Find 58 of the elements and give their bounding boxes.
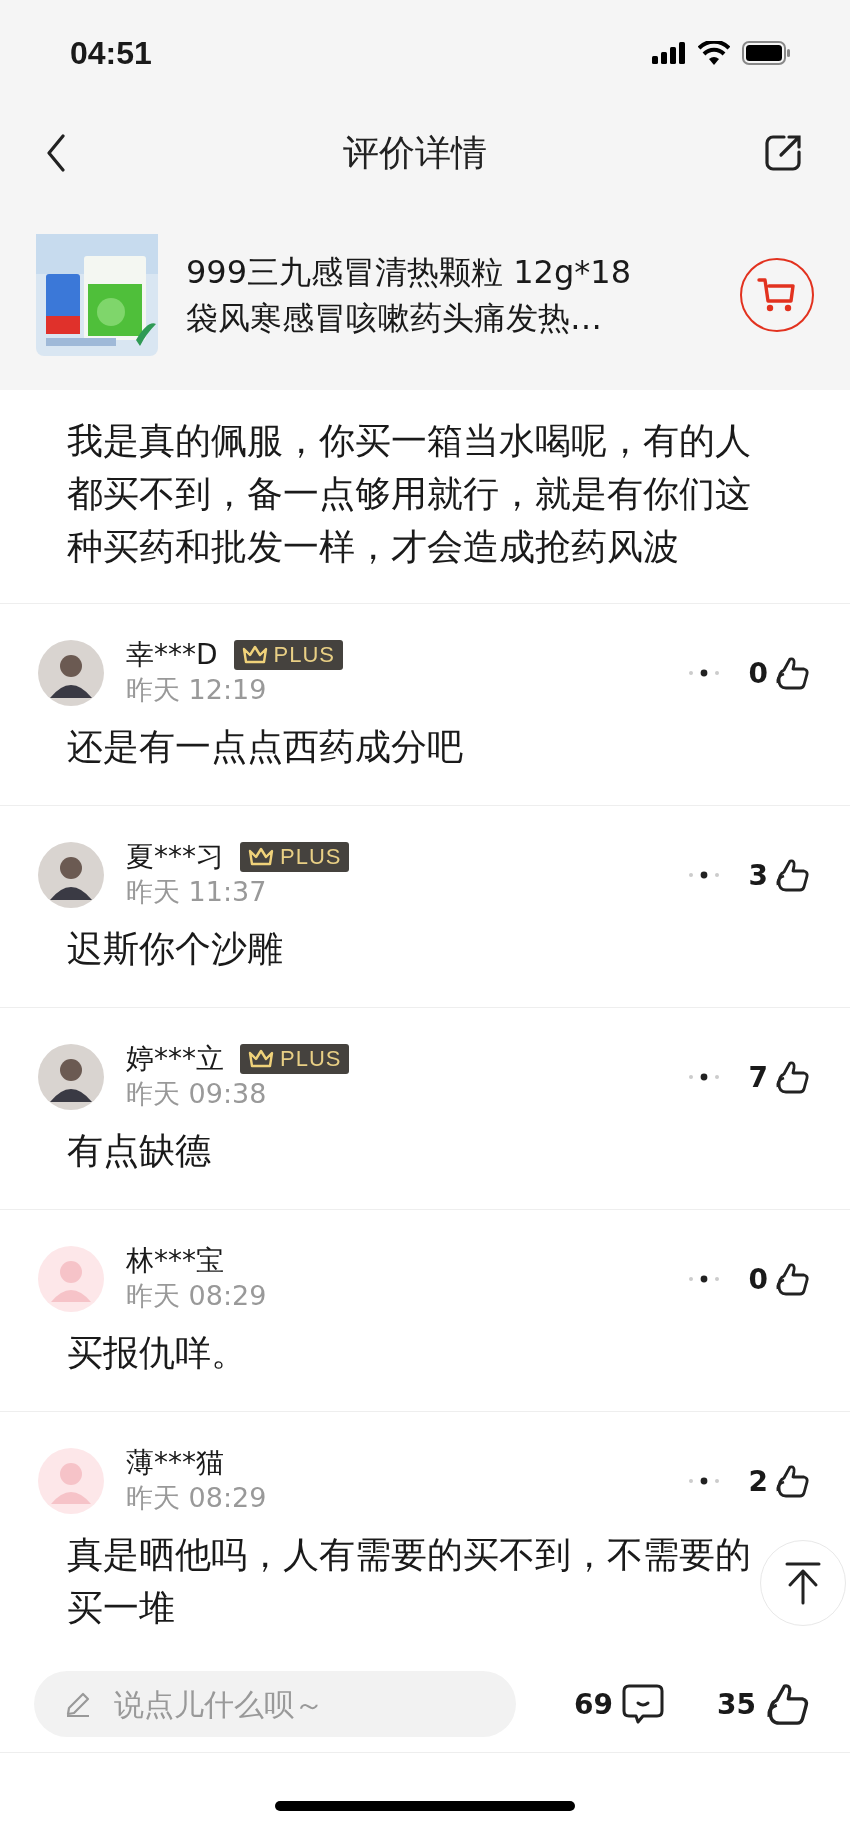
avatar-icon[interactable] [38,640,104,706]
product-title[interactable]: 袋风寒感冒咳嗽药头痛发热… [186,295,740,341]
comment-text: 有点缺德 [67,1129,211,1173]
like-count: 7 [748,1060,768,1094]
like-count: 3 [748,858,768,892]
cart-icon [757,277,797,313]
user-name: 林***宝 [126,1244,224,1278]
cart-button[interactable] [740,258,814,332]
user-name: 婷***立 [126,1042,224,1076]
signal-icon [652,42,686,64]
battery-icon [742,41,792,65]
comment-text: 迟斯你个沙雕 [67,927,283,971]
comment-time: 昨天 11:37 [126,875,268,909]
plus-label: PLUS [280,1046,342,1072]
back-icon[interactable] [46,134,66,172]
avatar-icon[interactable] [38,1044,104,1110]
like-count: 2 [748,1464,768,1498]
more-icon[interactable] [686,1073,721,1081]
like-count: 0 [748,656,768,690]
comment-text: 买报仇咩。 [67,1331,247,1375]
more-icon[interactable] [686,669,721,677]
thumbs-up-icon[interactable] [774,858,810,892]
thumbs-up-icon[interactable] [764,1681,810,1727]
comment-text: 还是有一点点西药成分吧 [67,725,463,769]
user-name: 夏***习 [126,840,224,874]
comment-text: 我是真的佩服，你买一箱当水喝呢，有的人都买不到，备一点够用就行，就是有你们这种买药和批发一样，才会造成抢药风波 [67,419,752,569]
more-icon[interactable] [686,1477,721,1485]
user-name: 幸***D [126,638,218,672]
crown-icon [248,847,274,867]
comment-icon[interactable] [621,1683,666,1725]
plus-label: PLUS [273,642,336,668]
crown-icon [248,1049,274,1069]
thumbs-up-icon[interactable] [774,1262,810,1296]
comment-count: 69 [574,1687,614,1721]
more-icon[interactable] [686,1275,721,1283]
thumbs-up-icon[interactable] [774,1464,810,1498]
like-count: 0 [748,1262,768,1296]
thumbs-up-icon[interactable] [774,656,810,690]
user-name: 薄***猫 [126,1446,224,1480]
page-title: 评价详情 [343,130,487,175]
crown-icon [241,645,268,665]
thumbs-up-icon[interactable] [774,1060,810,1094]
status-time: 04:51 [70,34,152,72]
avatar-icon[interactable] [38,842,104,908]
share-icon[interactable] [764,134,802,172]
comment-time: 昨天 12:19 [126,673,268,707]
plus-label: PLUS [280,844,342,870]
arrow-up-icon [785,1561,821,1605]
product-title[interactable]: 999三九感冒清热颗粒 12g*18 [186,249,740,295]
comment-time: 昨天 09:38 [126,1077,268,1111]
comment-text: 真是晒他吗，人有需要的买不到，不需要的买一堆 [67,1533,752,1630]
comment-time: 昨天 08:29 [126,1279,268,1313]
pencil-icon [64,1690,92,1718]
comment-input[interactable]: 说点儿什么呗～ [34,1671,516,1737]
comment-time: 昨天 08:29 [126,1481,268,1515]
more-icon[interactable] [686,871,721,879]
wifi-icon [698,41,730,65]
like-count: 35 [717,1687,756,1721]
